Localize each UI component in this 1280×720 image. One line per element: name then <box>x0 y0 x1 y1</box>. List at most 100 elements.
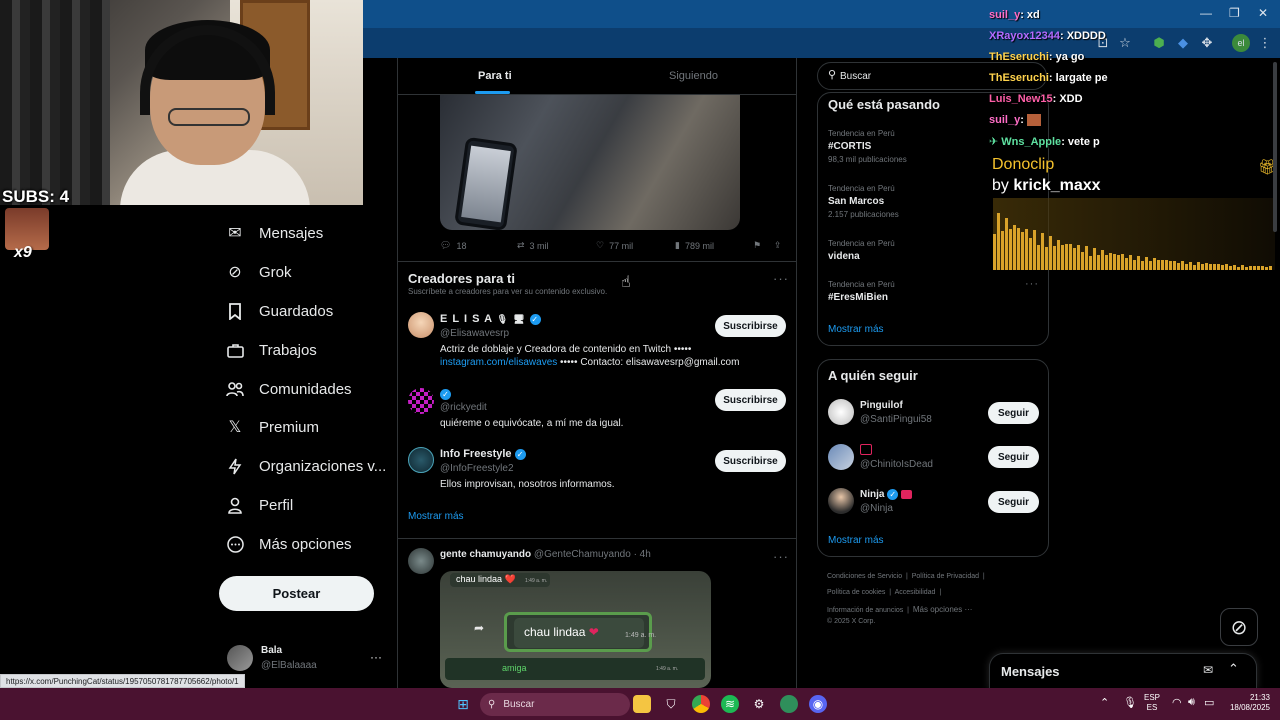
views-count: 789 mil <box>684 240 714 251</box>
nav-item-mas-opciones[interactable]: Más opciones <box>226 532 352 556</box>
search-placeholder: Buscar <box>840 71 872 82</box>
follow-button[interactable]: Seguir <box>988 491 1039 513</box>
creator-name[interactable]: E L I S A 🎙 🖥 ✓ <box>440 313 541 325</box>
puzzle-icon[interactable]: ✥ <box>1198 34 1216 52</box>
like-button[interactable]: ♡ 77 mil <box>596 240 633 251</box>
post-button[interactable]: Postear <box>219 576 374 611</box>
follow-handle[interactable]: @Ninja <box>860 503 893 514</box>
share-button[interactable]: ⇪ <box>774 240 782 251</box>
close-icon[interactable]: ✕ <box>1258 6 1268 20</box>
creator-name[interactable]: Info Freestyle ✓ <box>440 448 526 460</box>
creator-handle[interactable]: @InfoFreestyle2 <box>440 463 514 474</box>
spotify-icon[interactable]: ≋ <box>721 695 739 713</box>
nav-item-trabajos[interactable]: Trabajos <box>226 338 317 362</box>
creators-show-more-link[interactable]: Mostrar más <box>408 511 464 522</box>
follow-name[interactable]: Ninja ✓ <box>860 489 913 500</box>
follow-handle[interactable]: @ChinitoIsDead <box>860 459 933 470</box>
volume-icon[interactable]: 🔊︎ <box>1188 696 1195 709</box>
maximize-icon[interactable]: ❐ <box>1229 6 1240 20</box>
extension-icon[interactable]: ◆ <box>1174 34 1192 52</box>
taskbar-search[interactable]: ⚲ Buscar <box>480 693 630 716</box>
reply-button[interactable]: 💬︎ 18 <box>440 240 466 251</box>
webcam-person-glasses <box>168 108 250 126</box>
chevron-up-icon[interactable]: ⌃ <box>1228 661 1239 677</box>
post-time[interactable]: · 4h <box>634 549 651 560</box>
creators-more-icon[interactable]: ··· <box>773 271 789 286</box>
subscribe-button[interactable]: Suscribirse <box>715 315 786 337</box>
post-author-name[interactable]: gente chamuyando <box>440 549 531 560</box>
footer-link[interactable]: Condiciones de Servicio | Política de Pr… <box>827 573 985 580</box>
tab-para-ti[interactable]: Para ti <box>478 70 512 82</box>
scrollbar[interactable] <box>1273 62 1277 232</box>
chevron-up-icon[interactable]: ⌃ <box>1100 696 1109 709</box>
trend-more-icon[interactable]: ··· <box>1025 278 1039 290</box>
follow-handle[interactable]: @SantiPingui58 <box>860 414 932 425</box>
trend-item[interactable]: Tendencia en Perú San Marcos 2.157 publi… <box>828 184 899 219</box>
menu-kebab-icon[interactable]: ⋮ <box>1256 34 1274 52</box>
nav-label: Trabajos <box>259 341 317 359</box>
follow-button[interactable]: Seguir <box>988 402 1039 424</box>
creator-handle[interactable]: @Elisawavesrp <box>440 328 509 339</box>
post-more-icon[interactable]: ··· <box>773 549 789 564</box>
nav-item-mensajes[interactable]: ✉ Mensajes <box>226 221 323 245</box>
account-more-icon[interactable]: ··· <box>370 650 382 664</box>
nav-item-comunidades[interactable]: Comunidades <box>226 377 352 401</box>
waveform-bar <box>1057 239 1060 270</box>
discord-icon[interactable]: ◉ <box>809 695 827 713</box>
star-icon[interactable]: ☆ <box>1116 34 1134 52</box>
account-handle[interactable]: @ElBalaaaa <box>261 660 317 671</box>
new-message-icon[interactable]: ✉ <box>1203 663 1213 677</box>
avatar[interactable] <box>828 488 854 514</box>
follow-show-more-link[interactable]: Mostrar más <box>828 535 884 546</box>
repost-button[interactable]: ⇄ 3 mil <box>517 240 549 251</box>
grok-button[interactable]: ⊘ <box>1220 608 1258 646</box>
profile-avatar-icon[interactable]: el <box>1232 34 1250 52</box>
avatar[interactable] <box>828 399 854 425</box>
file-explorer-icon[interactable] <box>633 695 651 713</box>
follow-name[interactable]: Pinguilof <box>860 400 903 411</box>
windows-start-icon[interactable]: ⊞ <box>454 695 472 713</box>
avatar[interactable] <box>408 312 434 338</box>
waveform-bar <box>1109 252 1112 270</box>
nav-item-organizaciones[interactable]: Organizaciones v... <box>226 454 386 478</box>
bookmark-button[interactable]: ⚑ <box>753 240 761 251</box>
waveform-bar <box>1261 266 1264 270</box>
app-icon[interactable]: ⛉ <box>662 695 680 713</box>
wifi-icon[interactable]: ◠ <box>1172 696 1182 709</box>
trend-item[interactable]: Tendencia en Perú videna <box>828 239 895 262</box>
post-author-handle[interactable]: @GenteChamuyando <box>534 549 631 560</box>
avatar[interactable] <box>408 447 434 473</box>
avatar[interactable] <box>227 645 253 671</box>
microphone-icon[interactable]: 🎙︎ <box>1123 696 1137 709</box>
tab-siguiendo[interactable]: Siguiendo <box>669 70 718 82</box>
steam-icon[interactable]: ⚙ <box>750 695 768 713</box>
chrome-icon[interactable] <box>692 695 710 713</box>
views-button[interactable]: ▮ 789 mil <box>675 240 714 251</box>
minimize-icon[interactable]: — <box>1200 6 1212 20</box>
avatar[interactable] <box>828 444 854 470</box>
creator-link[interactable]: instagram.com/elisawaves <box>440 357 557 368</box>
trend-item[interactable]: Tendencia en Perú #EresMiBien <box>828 280 895 303</box>
extension-shield-icon[interactable]: ⬢ <box>1150 34 1168 52</box>
creator-handle[interactable]: @rickyedit <box>440 402 487 413</box>
account-name[interactable]: Bala <box>261 645 282 656</box>
nav-item-premium[interactable]: 𝕏 Premium <box>226 415 319 439</box>
nav-item-perfil[interactable]: Perfil <box>226 493 293 517</box>
nav-item-guardados[interactable]: Guardados <box>226 299 333 323</box>
language-indicator[interactable]: ESP ES <box>1144 693 1160 713</box>
trends-show-more-link[interactable]: Mostrar más <box>828 324 884 335</box>
clock[interactable]: 21:33 18/08/2025 <box>1222 693 1270 713</box>
subscribe-button[interactable]: Suscribirse <box>715 389 786 411</box>
nav-item-grok[interactable]: ⊘ Grok <box>226 260 291 284</box>
follow-button[interactable]: Seguir <box>988 446 1039 468</box>
subscribe-button[interactable]: Suscribirse <box>715 450 786 472</box>
creator-name[interactable]: ✓ <box>440 388 451 400</box>
battery-icon[interactable]: ▭ <box>1204 696 1214 709</box>
footer-link[interactable]: Información de anuncios | Más opciones ·… <box>827 605 972 614</box>
avatar[interactable] <box>408 388 434 414</box>
trend-item[interactable]: Tendencia en Perú #CORTIS 98,3 mil publi… <box>828 129 907 164</box>
footer-link[interactable]: Política de cookies | Accesibilidad | <box>827 589 941 596</box>
heart-icon: ❤ <box>588 625 599 639</box>
avatar[interactable] <box>408 548 434 574</box>
browser-icon[interactable] <box>780 695 798 713</box>
